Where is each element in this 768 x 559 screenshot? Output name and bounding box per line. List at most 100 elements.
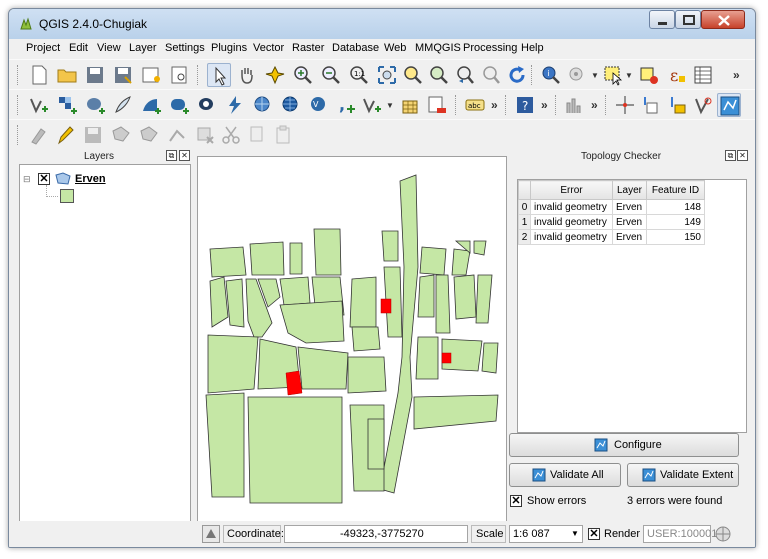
current-edits-button[interactable] <box>27 123 51 147</box>
layer-cell[interactable]: Erven <box>612 229 647 245</box>
deselect-all-button[interactable] <box>637 63 661 87</box>
delete-selected-button[interactable] <box>193 123 217 147</box>
validate-extent-button[interactable]: Validate Extent <box>627 463 739 487</box>
panel-float-button[interactable]: ⧉ <box>166 150 177 161</box>
toolbar-overflow[interactable]: » <box>491 98 498 112</box>
attribute-table-button[interactable] <box>691 63 715 87</box>
dropdown-arrow-icon[interactable]: ▼ <box>625 71 633 80</box>
menu-web[interactable]: Web <box>384 42 406 54</box>
error-cell[interactable]: invalid geometry <box>530 214 613 230</box>
layer-name[interactable]: Erven <box>75 173 106 185</box>
parcel[interactable] <box>419 246 447 276</box>
map-tips-button[interactable] <box>565 63 589 87</box>
parcel[interactable] <box>249 241 285 276</box>
parcel[interactable] <box>205 392 245 498</box>
add-spatialite-layer-button[interactable] <box>111 93 135 117</box>
error-parcel-150[interactable] <box>285 370 303 396</box>
panel-close-button[interactable]: ✕ <box>737 150 748 161</box>
add-oracle-layer-button[interactable] <box>167 93 191 117</box>
coordinate-capture-button[interactable] <box>613 93 637 117</box>
error-parcel-149[interactable] <box>441 352 452 364</box>
toolbar-grip[interactable] <box>555 95 558 115</box>
render-checkbox[interactable]: ✕ <box>588 528 600 540</box>
column-header-layer[interactable]: Layer <box>612 180 647 200</box>
node-tool-button[interactable] <box>165 123 189 147</box>
menu-help[interactable]: Help <box>521 42 544 54</box>
cut-features-button[interactable] <box>219 123 243 147</box>
parcel[interactable] <box>381 230 399 262</box>
menu-vector[interactable]: Vector <box>253 42 284 54</box>
row-index[interactable]: 2 <box>518 229 531 245</box>
parcel[interactable] <box>481 342 499 374</box>
composer-manager-button[interactable] <box>167 63 191 87</box>
table-row[interactable]: 1 invalid geometry Erven 149 <box>518 214 705 230</box>
zoom-next-button[interactable] <box>479 63 503 87</box>
panel-float-button[interactable]: ⧉ <box>725 150 736 161</box>
crs-field[interactable]: USER:100001 <box>643 525 717 543</box>
toolbar-grip[interactable] <box>605 95 608 115</box>
save-project-button[interactable] <box>83 63 107 87</box>
add-raster-layer-button[interactable] <box>55 93 79 117</box>
add-feature-button[interactable] <box>109 123 133 147</box>
new-project-button[interactable] <box>27 63 51 87</box>
select-features-button[interactable] <box>601 63 625 87</box>
menu-raster[interactable]: Raster <box>292 42 324 54</box>
feature-id-cell[interactable]: 148 <box>646 199 705 215</box>
toolbar-grip[interactable] <box>17 125 20 145</box>
add-wcs-layer-button[interactable] <box>279 93 303 117</box>
open-project-button[interactable] <box>55 63 79 87</box>
validate-all-button[interactable]: Validate All <box>509 463 621 487</box>
row-index[interactable]: 1 <box>518 214 531 230</box>
parcel[interactable] <box>313 228 342 276</box>
show-errors-checkbox[interactable]: ✕ <box>510 495 522 507</box>
parcel[interactable] <box>417 274 435 318</box>
error-cell[interactable]: invalid geometry <box>530 199 613 215</box>
menu-view[interactable]: View <box>97 42 121 54</box>
coordinate-field[interactable]: -49323,-3775270 <box>284 525 468 543</box>
layer-symbol-swatch[interactable] <box>60 189 74 203</box>
toolbar-grip[interactable] <box>531 65 534 85</box>
parcel[interactable] <box>247 396 343 504</box>
menu-processing[interactable]: Processing <box>463 42 517 54</box>
field-calculator-button[interactable]: ε <box>665 63 689 87</box>
column-header-feature-id[interactable]: Feature ID <box>646 180 705 200</box>
identify-features-button[interactable]: i <box>539 63 563 87</box>
parcel[interactable] <box>289 242 303 275</box>
map-canvas[interactable] <box>197 156 507 522</box>
add-wfs-layer-button[interactable] <box>223 93 247 117</box>
add-mssql-layer-button[interactable] <box>139 93 163 117</box>
parcel[interactable] <box>415 336 439 380</box>
close-button[interactable] <box>701 10 745 29</box>
add-postgis-layer-button[interactable] <box>83 93 107 117</box>
parcel[interactable] <box>209 276 229 328</box>
parcel[interactable] <box>453 274 477 320</box>
menu-project[interactable]: Project <box>26 42 60 54</box>
parcel[interactable] <box>367 418 385 470</box>
zoom-to-layer-button[interactable] <box>427 63 451 87</box>
zoom-native-button[interactable]: 1:1 <box>347 63 371 87</box>
toolbar-overflow[interactable]: » <box>541 98 548 112</box>
parcel[interactable] <box>351 326 381 352</box>
topology-checker-button[interactable] <box>717 93 741 117</box>
parcel[interactable] <box>225 278 245 328</box>
menu-plugins[interactable]: Plugins <box>211 42 247 54</box>
menu-database[interactable]: Database <box>332 42 379 54</box>
pan-to-selection-button[interactable] <box>263 63 287 87</box>
dropdown-arrow-icon[interactable]: ▼ <box>591 71 599 80</box>
parcel[interactable] <box>435 274 451 334</box>
zoom-out-button[interactable] <box>319 63 343 87</box>
remove-layer-button[interactable] <box>425 93 449 117</box>
minimize-button[interactable] <box>649 10 675 29</box>
parcel[interactable] <box>473 240 487 256</box>
table-row[interactable]: 2 invalid geometry Erven 150 <box>518 229 705 245</box>
parcel[interactable] <box>207 334 259 394</box>
toggle-editing-button[interactable] <box>53 123 77 147</box>
layer-cell[interactable]: Erven <box>612 199 647 215</box>
crs-status-icon[interactable] <box>714 525 732 543</box>
row-index[interactable]: 0 <box>518 199 531 215</box>
parcel[interactable] <box>349 276 377 328</box>
add-wms-layer-button[interactable] <box>251 93 275 117</box>
column-header-error[interactable]: Error <box>530 180 613 200</box>
parcel[interactable] <box>279 300 345 344</box>
toolbar-grip[interactable] <box>17 95 20 115</box>
